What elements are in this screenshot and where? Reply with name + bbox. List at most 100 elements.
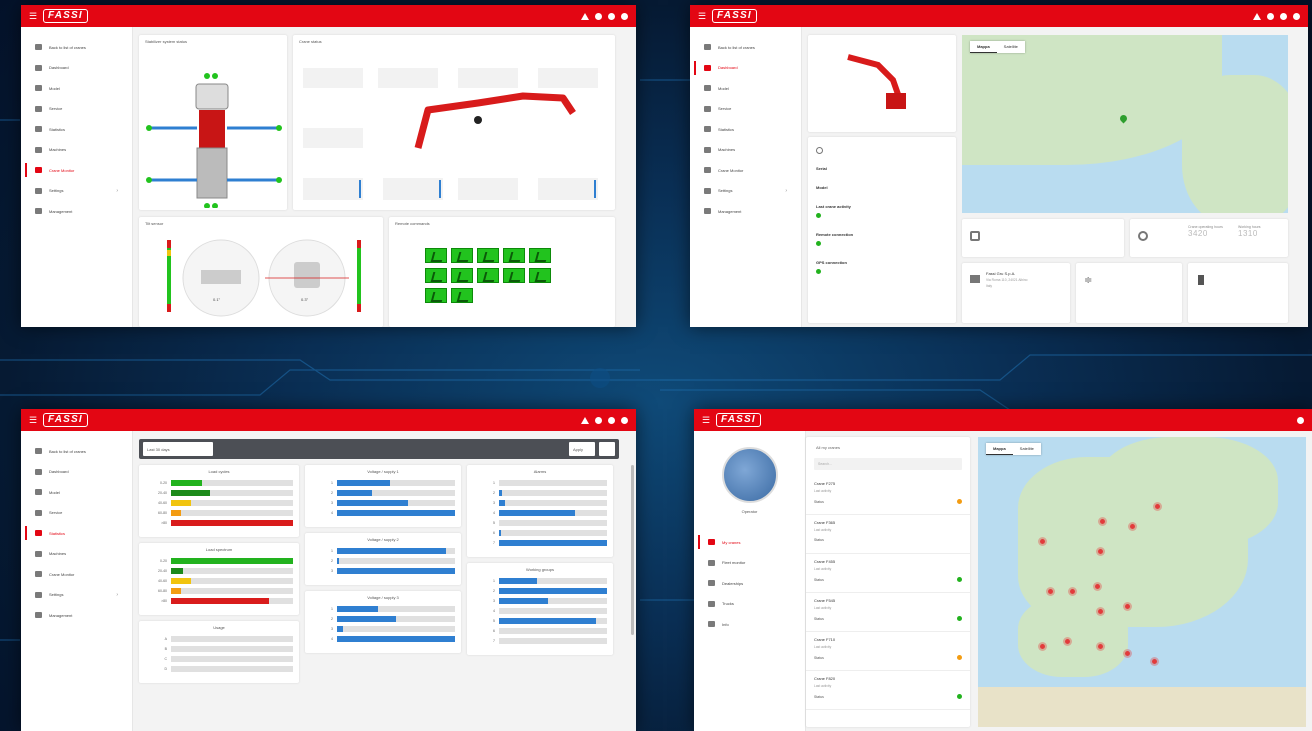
user-icon[interactable] — [621, 416, 628, 424]
sidebar-item-label: Machines — [49, 551, 67, 557]
remote-command-button[interactable] — [503, 268, 525, 283]
bar-fill — [499, 490, 503, 496]
sidebar-item-service[interactable]: Service — [21, 99, 132, 120]
alert-icon[interactable] — [581, 12, 589, 20]
sidebar-item-crane-monitor[interactable]: Crane Monitor — [690, 160, 801, 181]
remote-command-button[interactable] — [503, 248, 525, 263]
remote-command-button[interactable] — [425, 288, 447, 303]
map-type-tabs[interactable]: Mappa Satellite — [986, 443, 1041, 455]
crane-list-item[interactable]: Crane F455 Last activity Status — [806, 554, 970, 593]
remote-command-button[interactable] — [451, 248, 473, 263]
crane-list-item[interactable]: Crane F710 Last activity Status — [806, 632, 970, 671]
help-icon[interactable] — [1280, 12, 1287, 20]
sidebar-item-service[interactable]: Service — [690, 99, 801, 120]
notification-icon[interactable] — [595, 12, 602, 20]
sidebar-item-statistics[interactable]: Statistics — [690, 119, 801, 140]
menu-icon[interactable]: ☰ — [29, 415, 43, 426]
menu-icon[interactable]: ☰ — [29, 11, 43, 22]
europe-map[interactable]: Mappa Satellite — [978, 437, 1306, 727]
sidebar-item-machines[interactable]: Machines — [21, 140, 132, 161]
remote-command-button[interactable] — [451, 288, 473, 303]
remote-command-button[interactable] — [529, 248, 551, 263]
map-tab-satellite[interactable]: Satellite — [997, 41, 1025, 53]
info-icon — [708, 621, 715, 628]
bar-label: 5 — [493, 619, 495, 623]
menu-item-trucks[interactable]: Trucks — [694, 594, 805, 615]
export-button[interactable] — [599, 442, 615, 456]
sidebar-item-crane-monitor[interactable]: Crane Monitor — [21, 160, 132, 181]
sidebar-item-model[interactable]: Model — [21, 482, 132, 503]
search-icon[interactable] — [816, 147, 823, 154]
bar-fill — [171, 588, 181, 594]
map-tab-satellite[interactable]: Satellite — [1013, 443, 1041, 455]
sidebar: Back to list of cranes Dashboard Model Serv… — [21, 431, 133, 731]
user-icon[interactable] — [621, 12, 628, 20]
remote-command-button[interactable] — [529, 268, 551, 283]
chart-title: Load spectrum — [205, 547, 233, 552]
alert-icon[interactable] — [581, 416, 589, 424]
menu-item-info[interactable]: Info — [694, 614, 805, 635]
apply-button[interactable]: Apply — [569, 442, 595, 456]
user-icon[interactable] — [1293, 12, 1300, 20]
sidebar-item-model[interactable]: Model — [690, 78, 801, 99]
sidebar-item-back-to-list-of-cranes[interactable]: Back to list of cranes — [690, 37, 801, 58]
sidebar-item-machines[interactable]: Machines — [690, 140, 801, 161]
chart-title: Alarms — [533, 469, 547, 474]
alert-icon[interactable] — [1253, 12, 1261, 20]
map-tab-map[interactable]: Mappa — [970, 41, 997, 53]
bar-label: D — [164, 667, 167, 671]
crane-search-input[interactable]: Search... — [814, 458, 962, 470]
chart-title: Voltage / supply 1 — [367, 469, 399, 474]
sidebar-item-statistics[interactable]: Statistics — [21, 119, 132, 140]
help-icon[interactable] — [608, 12, 615, 20]
sidebar-item-settings[interactable]: Settings › — [21, 181, 132, 202]
menu-icon[interactable]: ☰ — [698, 11, 712, 22]
menu-item-fleet-monitor[interactable]: Fleet monitor — [694, 553, 805, 574]
sidebar-item-dashboard[interactable]: Dashboard — [21, 58, 132, 79]
period-select[interactable]: Last 30 days — [143, 442, 213, 456]
clock-icon — [1138, 231, 1148, 241]
menu-item-dealerships[interactable]: Dealerships — [694, 573, 805, 594]
sidebar-item-settings[interactable]: Settings › — [21, 585, 132, 606]
remote-command-button[interactable] — [477, 268, 499, 283]
remote-command-button[interactable] — [425, 248, 447, 263]
map-type-tabs[interactable]: Mappa Satellite — [970, 41, 1025, 53]
sidebar-item-crane-monitor[interactable]: Crane Monitor — [21, 564, 132, 585]
map-tab-map[interactable]: Mappa — [986, 443, 1013, 455]
crane-list-item[interactable]: Crane F365 Last activity Status — [806, 515, 970, 554]
crane-list-item[interactable]: Crane F545 Last activity Status — [806, 593, 970, 632]
sidebar-item-service[interactable]: Service — [21, 503, 132, 524]
bar-track — [171, 666, 293, 672]
sidebar-item-dashboard[interactable]: Dashboard — [690, 58, 801, 79]
sidebar-item-back-to-list-of-cranes[interactable]: Back to list of cranes — [21, 37, 132, 58]
crane-list-item[interactable]: Crane F275 Last activity Status — [806, 476, 970, 515]
notification-icon[interactable] — [595, 416, 602, 424]
sidebar-item-machines[interactable]: Machines — [21, 544, 132, 565]
bar-fill — [337, 606, 379, 612]
home-icon — [35, 64, 42, 71]
location-map[interactable]: Mappa Satellite — [962, 35, 1288, 213]
sidebar-item-dashboard[interactable]: Dashboard — [21, 462, 132, 483]
sidebar-item-settings[interactable]: Settings › — [690, 181, 801, 202]
remote-command-button[interactable] — [425, 268, 447, 283]
sidebar-item-management[interactable]: Management — [21, 201, 132, 222]
notification-icon[interactable] — [1267, 12, 1274, 20]
profile-avatar[interactable] — [721, 447, 778, 503]
menu-icon[interactable]: ☰ — [702, 415, 716, 426]
help-icon[interactable] — [608, 416, 615, 424]
chart-bar-row: 0-20 — [139, 478, 299, 488]
status-dot — [816, 269, 821, 274]
sidebar-item-management[interactable]: Management — [21, 605, 132, 626]
menu-item-my-cranes[interactable]: My cranes — [694, 532, 805, 553]
sidebar-item-back-to-list-of-cranes[interactable]: Back to list of cranes — [21, 441, 132, 462]
sidebar-item-management[interactable]: Management — [690, 201, 801, 222]
scrollbar[interactable] — [631, 465, 634, 635]
crane-list-item[interactable]: Crane F820 Last activity Status — [806, 671, 970, 710]
remote-command-button[interactable] — [477, 248, 499, 263]
sidebar-item-model[interactable]: Model — [21, 78, 132, 99]
user-icon[interactable] — [1297, 416, 1304, 424]
sidebar-item-statistics[interactable]: Statistics — [21, 523, 132, 544]
info-field-label: GPS connection — [816, 260, 847, 265]
chart-bar-row: 40-60 — [139, 576, 299, 586]
remote-command-button[interactable] — [451, 268, 473, 283]
